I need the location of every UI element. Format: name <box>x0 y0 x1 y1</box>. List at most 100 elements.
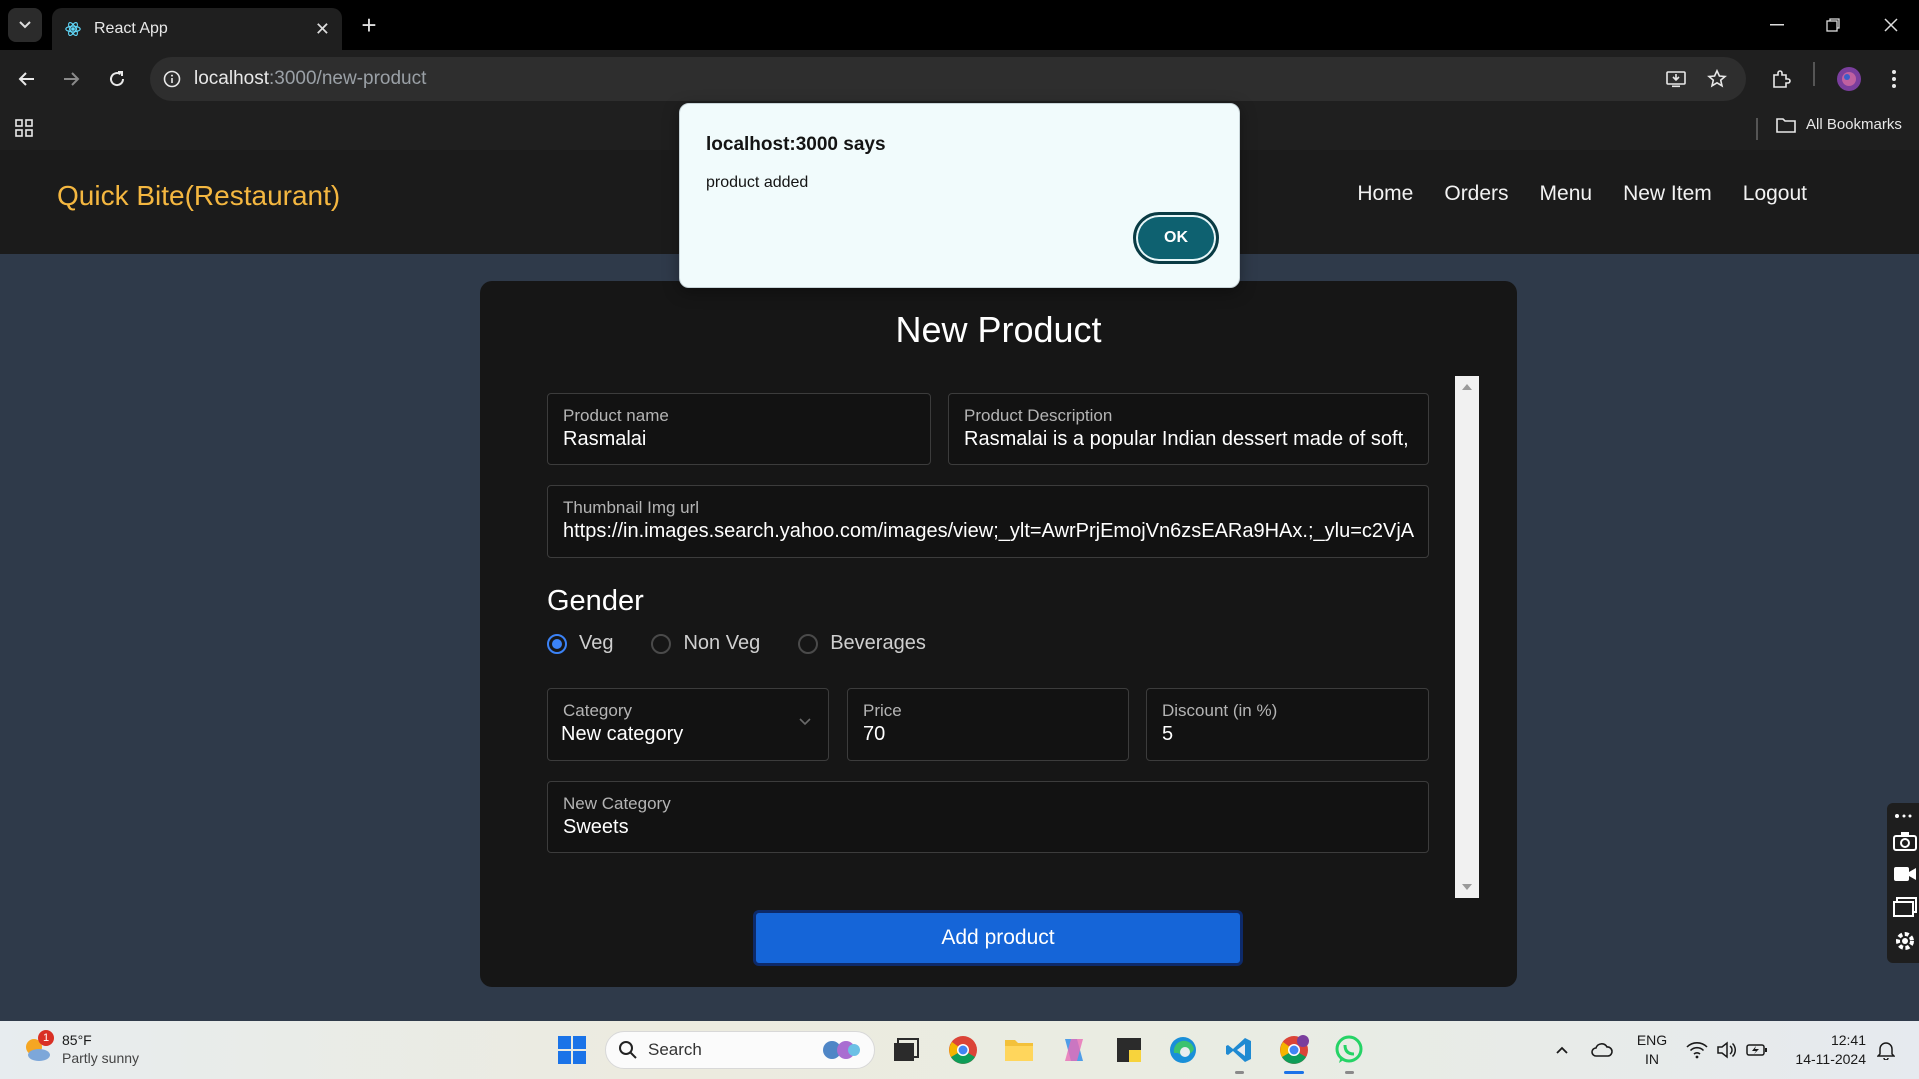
taskbar-whatsapp[interactable] <box>1332 1033 1366 1067</box>
edge-icon <box>1170 1037 1196 1063</box>
speaker-icon <box>1717 1041 1737 1059</box>
nav-link-new-item[interactable]: New Item <box>1623 182 1712 206</box>
taskbar-file-explorer[interactable] <box>1002 1033 1036 1067</box>
taskbar-chrome-active[interactable] <box>1277 1033 1311 1067</box>
apps-grid-icon <box>15 119 33 137</box>
show-hidden-icons-button[interactable] <box>1545 1033 1579 1067</box>
radio-beverages-label: Beverages <box>830 632 926 654</box>
language-code: ENG <box>1636 1032 1668 1048</box>
wifi-button[interactable] <box>1680 1033 1714 1067</box>
site-info-icon[interactable] <box>150 70 194 88</box>
discount-field[interactable]: Discount (in %) 5 <box>1146 688 1429 761</box>
radio-beverages[interactable]: Beverages <box>798 632 926 655</box>
notifications-button[interactable] <box>1869 1033 1903 1067</box>
product-description-field[interactable]: Product Description Rasmalai is a popula… <box>948 393 1429 465</box>
profile-avatar[interactable] <box>1834 64 1864 94</box>
windows-taskbar: 1 85°F Partly sunny Search ENG IN 12:41 … <box>0 1021 1919 1079</box>
brand-logo-text[interactable]: Quick Bite(Restaurant) <box>57 180 340 212</box>
alert-message: product added <box>706 174 809 191</box>
thumbnail-url-field[interactable]: Thumbnail Img url https://in.images.sear… <box>547 485 1429 558</box>
address-bar[interactable]: localhost:3000/new-product <box>150 57 1746 101</box>
tab-search-button[interactable] <box>8 8 42 42</box>
folder-icon <box>1776 117 1796 133</box>
browser-menu-button[interactable] <box>1879 64 1909 94</box>
price-field[interactable]: Price 70 <box>847 688 1129 761</box>
windows-logo-icon <box>558 1036 586 1064</box>
nav-link-logout[interactable]: Logout <box>1743 182 1807 206</box>
tab-close-icon[interactable]: ✕ <box>315 19 330 40</box>
taskbar-search[interactable]: Search <box>605 1031 875 1069</box>
add-product-button[interactable]: Add product <box>753 910 1243 966</box>
clock-date: 14-11-2024 <box>1795 1051 1866 1067</box>
screen-capture-toolbar <box>1887 803 1919 963</box>
restore-button[interactable] <box>1805 0 1861 50</box>
onedrive-button[interactable] <box>1585 1033 1619 1067</box>
nav-link-home[interactable]: Home <box>1357 182 1413 206</box>
browser-tab[interactable]: React App ✕ <box>52 8 342 50</box>
product-description-value: Rasmalai is a popular Indian dessert mad… <box>964 428 1409 450</box>
new-tab-button[interactable]: + <box>352 10 386 40</box>
weather-badge: 1 <box>38 1030 54 1046</box>
taskbar-vscode[interactable] <box>1222 1033 1256 1067</box>
battery-charging-icon <box>1746 1044 1767 1056</box>
new-category-field[interactable]: New Category Sweets <box>547 781 1429 853</box>
chrome-profile-icon <box>1280 1035 1309 1064</box>
bookmarks-divider <box>1756 118 1758 140</box>
taskbar-copilot[interactable] <box>1057 1033 1091 1067</box>
camera-icon[interactable] <box>1893 831 1917 851</box>
back-button[interactable] <box>12 64 42 94</box>
weather-widget[interactable]: 1 85°F Partly sunny <box>22 1030 139 1067</box>
gear-icon[interactable] <box>1893 929 1917 953</box>
language-indicator[interactable]: ENG IN <box>1636 1031 1668 1069</box>
chevron-down-icon <box>799 718 811 726</box>
video-camera-icon[interactable] <box>1893 865 1917 883</box>
taskbar-task-view[interactable] <box>889 1033 923 1067</box>
extensions-button[interactable] <box>1766 64 1796 94</box>
more-horizontal-icon[interactable] <box>1893 811 1915 821</box>
battery-button[interactable] <box>1740 1033 1774 1067</box>
form-scrollbar[interactable] <box>1455 376 1479 898</box>
taskbar-clock[interactable]: 12:41 14-11-2024 <box>1786 1031 1866 1069</box>
bookmark-star-button[interactable] <box>1702 64 1732 94</box>
category-value: New category <box>561 723 684 745</box>
nav-links: Home Orders Menu New Item Logout <box>1357 182 1807 206</box>
taskbar-sticky-notes[interactable] <box>1112 1033 1146 1067</box>
all-bookmarks-button[interactable]: All Bookmarks <box>1776 116 1902 133</box>
taskbar-edge[interactable] <box>1166 1033 1200 1067</box>
radio-non-veg-indicator[interactable] <box>651 633 672 654</box>
close-window-button[interactable] <box>1863 0 1919 50</box>
install-app-button[interactable] <box>1661 64 1691 94</box>
volume-button[interactable] <box>1710 1033 1744 1067</box>
chrome-icon <box>949 1036 977 1064</box>
start-button[interactable] <box>555 1033 589 1067</box>
sticky-notes-icon <box>1117 1038 1141 1062</box>
install-icon <box>1666 71 1686 88</box>
radio-veg-indicator[interactable] <box>547 633 567 654</box>
window-capture-icon[interactable] <box>1893 897 1917 917</box>
scroll-down-arrow-icon[interactable] <box>1462 884 1472 890</box>
minimize-button[interactable] <box>1749 0 1805 50</box>
new-category-label: New Category <box>563 794 671 813</box>
close-icon <box>1884 18 1898 32</box>
radio-veg[interactable]: Veg <box>547 632 613 655</box>
clock-time: 12:41 <box>1830 1032 1866 1048</box>
reload-button[interactable] <box>102 64 132 94</box>
avatar-icon <box>1837 67 1861 91</box>
alert-ok-button[interactable]: OK <box>1133 212 1219 264</box>
whatsapp-icon <box>1335 1035 1363 1063</box>
vscode-running-indicator <box>1235 1071 1244 1074</box>
radio-beverages-indicator[interactable] <box>798 633 819 654</box>
apps-grid-button[interactable] <box>14 118 34 143</box>
category-select[interactable]: Category New category <box>547 688 829 761</box>
product-name-field[interactable]: Product name Rasmalai <box>547 393 931 465</box>
nav-link-menu[interactable]: Menu <box>1540 182 1593 206</box>
nav-link-orders[interactable]: Orders <box>1444 182 1508 206</box>
price-value: 70 <box>863 723 886 745</box>
forward-button[interactable] <box>56 64 86 94</box>
radio-non-veg[interactable]: Non Veg <box>651 632 760 655</box>
url-path: :3000/new-product <box>269 68 427 89</box>
folder-icon <box>1005 1040 1033 1061</box>
taskbar-chrome[interactable] <box>946 1033 980 1067</box>
scroll-up-arrow-icon[interactable] <box>1462 384 1472 390</box>
chevron-up-icon <box>1556 1046 1568 1054</box>
